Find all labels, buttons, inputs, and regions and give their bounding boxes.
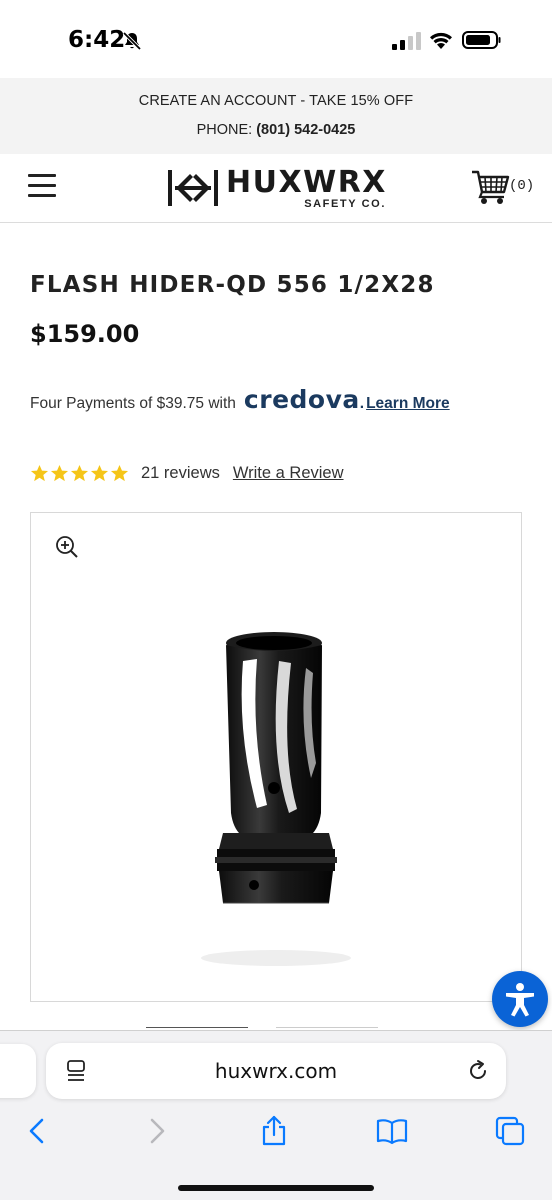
write-review-link[interactable]: Write a Review	[233, 464, 344, 483]
zoom-in-icon[interactable]	[55, 535, 79, 559]
review-count[interactable]: 21 reviews	[141, 464, 220, 483]
learn-more-link[interactable]: Learn More	[366, 395, 450, 413]
home-indicator	[178, 1185, 374, 1191]
site-header: HUXWRX SAFETY CO. (0)	[0, 154, 552, 223]
financing-info: Four Payments of $39.75 with credova. Le…	[30, 385, 450, 414]
status-bar: 6:42	[0, 0, 552, 78]
star-icon	[110, 464, 129, 481]
cart-count[interactable]: (0)	[509, 178, 534, 194]
url-text[interactable]: huxwrx.com	[46, 1059, 506, 1083]
accessibility-icon	[506, 983, 534, 1017]
address-bar[interactable]: huxwrx.com	[46, 1043, 506, 1099]
product-price: $159.00	[30, 320, 140, 348]
flash-hider-image	[201, 632, 351, 966]
brand-tagline: SAFETY CO.	[304, 198, 386, 210]
logo-mark-icon	[168, 170, 218, 206]
brand-logo[interactable]: HUXWRX SAFETY CO.	[166, 165, 387, 212]
wifi-icon	[430, 32, 452, 49]
promo-phone[interactable]: PHONE: (801) 542-0425	[0, 122, 552, 138]
browser-nav-row	[0, 1109, 552, 1153]
status-time: 6:42	[68, 27, 126, 53]
star-icon	[50, 464, 69, 481]
financing-text: Four Payments of $39.75 with	[30, 395, 236, 412]
credova-logo: credova	[243, 385, 360, 414]
menu-line	[28, 194, 56, 197]
browser-toolbar: huxwrx.com	[0, 1030, 552, 1200]
previous-tab-peek[interactable]	[0, 1044, 36, 1098]
menu-line	[28, 174, 56, 177]
share-icon[interactable]	[258, 1115, 290, 1147]
product-title: FLASH HIDER-QD 556 1/2X28	[30, 272, 435, 298]
phone-number[interactable]: (801) 542-0425	[256, 122, 355, 138]
hamburger-menu-button[interactable]	[28, 174, 56, 202]
reviews-summary: 21 reviews Write a Review	[30, 460, 344, 486]
battery-icon	[462, 31, 501, 49]
bookmarks-icon[interactable]	[376, 1115, 408, 1147]
phone-label: PHONE:	[196, 122, 257, 138]
silent-bell-icon	[122, 31, 142, 51]
tabs-icon[interactable]	[494, 1115, 526, 1147]
star-rating[interactable]	[30, 464, 129, 483]
accessibility-button[interactable]	[492, 971, 548, 1027]
brand-name: HUXWRX	[226, 165, 387, 200]
shopping-cart-icon[interactable]	[470, 168, 510, 206]
star-icon	[90, 464, 109, 481]
reload-icon[interactable]	[466, 1059, 490, 1083]
star-icon	[70, 464, 89, 481]
promo-message[interactable]: CREATE AN ACCOUNT - TAKE 15% OFF	[0, 93, 552, 109]
forward-icon[interactable]	[140, 1115, 172, 1147]
cellular-signal-icon	[392, 32, 421, 50]
back-icon[interactable]	[22, 1115, 54, 1147]
product-image-gallery[interactable]	[30, 512, 522, 1002]
promo-banner: CREATE AN ACCOUNT - TAKE 15% OFF PHONE: …	[0, 78, 552, 154]
star-icon	[30, 464, 49, 481]
menu-line	[28, 184, 56, 187]
